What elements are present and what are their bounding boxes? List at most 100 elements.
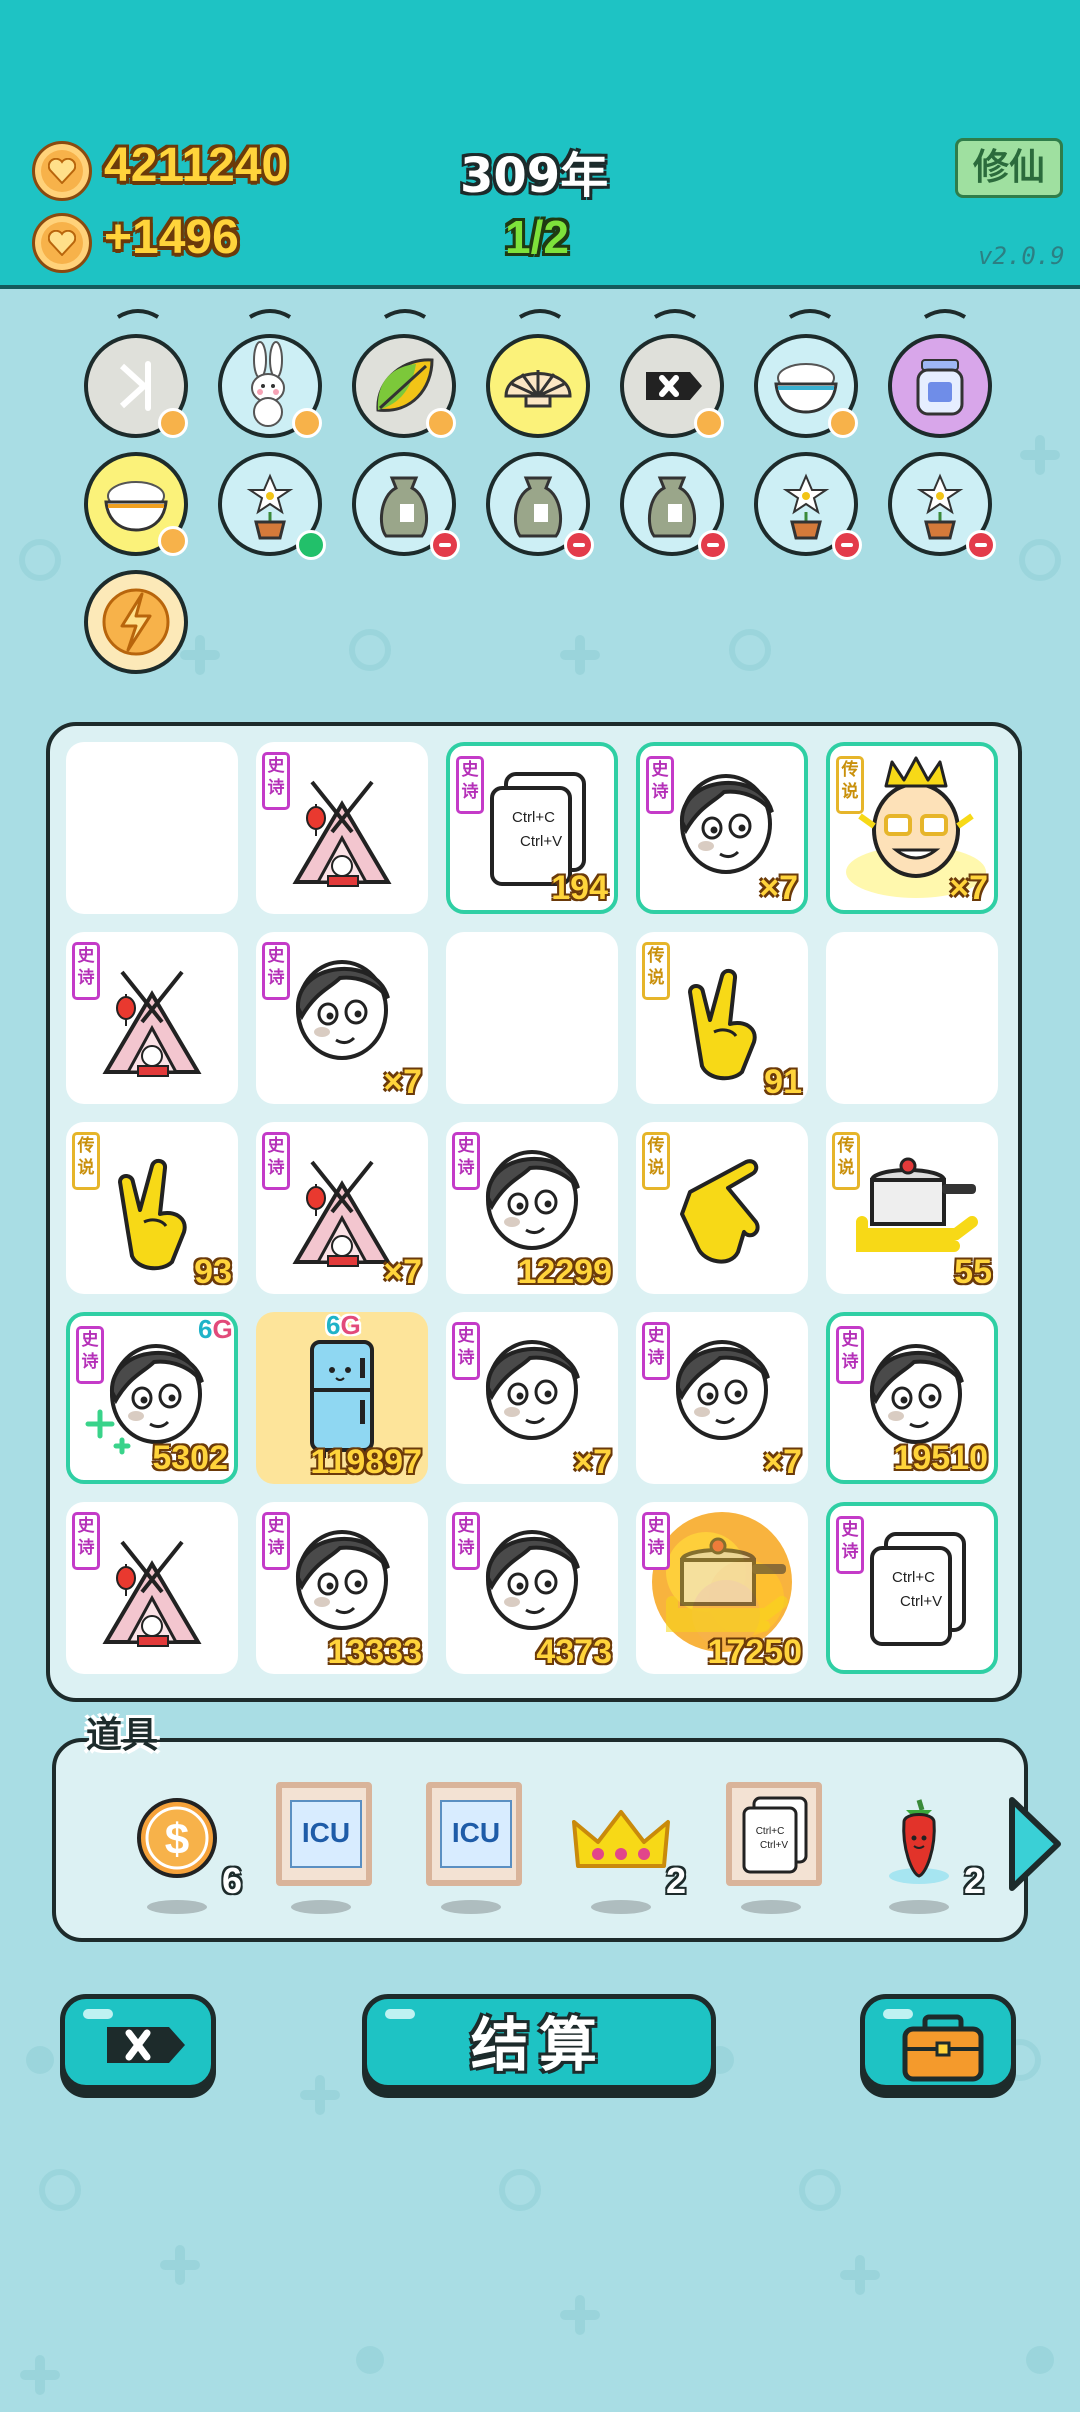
legend-rarity-tag: 传说 bbox=[642, 942, 670, 1000]
cell-value: 12299 bbox=[517, 1253, 612, 1291]
cancel-icon[interactable] bbox=[620, 334, 724, 438]
cell-value: 91 bbox=[764, 1063, 802, 1101]
grid-cell-tent[interactable]: 史诗 ×7 bbox=[256, 1122, 428, 1294]
copy-label: Ctrl+C bbox=[756, 1826, 785, 1837]
cell-value: 55 bbox=[954, 1253, 992, 1291]
grid-cell-face[interactable]: 史诗 4373 bbox=[446, 1502, 618, 1674]
leaf-icon[interactable] bbox=[352, 334, 456, 438]
epic-rarity-tag: 史诗 bbox=[642, 1322, 670, 1380]
icu-card-icon: ICU bbox=[290, 1800, 362, 1868]
cell-value: 4373 bbox=[536, 1633, 612, 1671]
sack-icon[interactable] bbox=[620, 452, 728, 560]
legend-rarity-tag: 传说 bbox=[72, 1132, 100, 1190]
legend-rarity-tag: 传说 bbox=[642, 1132, 670, 1190]
heart-badge bbox=[158, 408, 188, 438]
heart-badge bbox=[694, 408, 724, 438]
coin-icon bbox=[32, 141, 92, 201]
settle-button[interactable]: 结算 bbox=[362, 1994, 716, 2090]
epic-rarity-tag: 史诗 bbox=[262, 1132, 290, 1190]
version-label: v2.0.9 bbox=[978, 242, 1065, 270]
heart-badge bbox=[158, 526, 188, 556]
remove-badge[interactable] bbox=[430, 530, 460, 560]
scroll-right-arrow[interactable] bbox=[1006, 1794, 1066, 1894]
epic-rarity-tag: 史诗 bbox=[456, 756, 484, 814]
copy-label: Ctrl+C bbox=[892, 1569, 935, 1586]
grid-cell-copy-paste[interactable]: Ctrl+C Ctrl+V 史诗 bbox=[826, 1502, 998, 1674]
coin-total: 4211240 bbox=[104, 139, 289, 192]
bunny-icon[interactable] bbox=[218, 334, 322, 438]
cell-value: ×7 bbox=[949, 869, 988, 907]
lightning-icon[interactable] bbox=[84, 570, 188, 674]
remove-badge[interactable] bbox=[966, 530, 996, 560]
sack-icon[interactable] bbox=[352, 452, 460, 560]
cell-value: 5302 bbox=[152, 1439, 228, 1477]
grid-cell-pressure-cooker[interactable]: 传说 55 bbox=[826, 1122, 998, 1294]
svg-text:$: $ bbox=[165, 1815, 189, 1864]
year-counter: 309年 bbox=[460, 148, 609, 204]
grid-cell-fridge[interactable]: 119897 6G bbox=[256, 1310, 428, 1484]
grid-cell-face-sparkle[interactable]: 史诗 5302 6G bbox=[66, 1312, 238, 1484]
epic-rarity-tag: 史诗 bbox=[642, 1512, 670, 1570]
grid-cell-rock-hand[interactable]: 传说 91 bbox=[636, 932, 808, 1104]
item-count: 6 bbox=[221, 1860, 242, 1901]
sack-icon[interactable] bbox=[486, 452, 594, 560]
item-count: 2 bbox=[665, 1860, 686, 1901]
icu-card-item[interactable]: ICU bbox=[266, 1782, 376, 1914]
grid-cell-face[interactable]: 史诗 ×7 bbox=[636, 1312, 808, 1484]
jar-icon[interactable] bbox=[888, 334, 992, 438]
flower-pot-icon[interactable] bbox=[218, 452, 326, 560]
cell-value: 17250 bbox=[707, 1633, 802, 1671]
grid-cell-rock-hand[interactable]: 传说 93 bbox=[66, 1122, 238, 1294]
cell-value: 93 bbox=[194, 1253, 232, 1291]
rice-bowl-icon[interactable] bbox=[84, 452, 188, 556]
grid-cell-face[interactable]: 史诗 12299 bbox=[446, 1122, 618, 1294]
grid-cell-king[interactable]: 传说 ×7 bbox=[826, 742, 998, 914]
grid-cell-copy-paste[interactable]: Ctrl+C Ctrl+V 史诗 194 bbox=[446, 742, 618, 914]
remove-badge[interactable] bbox=[832, 530, 862, 560]
grid-cell-tent[interactable]: 史诗 bbox=[66, 1502, 238, 1674]
epic-rarity-tag: 史诗 bbox=[262, 752, 290, 810]
inventory-button[interactable] bbox=[860, 1994, 1016, 2090]
epic-rarity-tag: 史诗 bbox=[836, 1326, 864, 1384]
empty-cell[interactable] bbox=[826, 932, 998, 1104]
flower-pot-icon[interactable] bbox=[888, 452, 996, 560]
epic-rarity-tag: 史诗 bbox=[72, 1512, 100, 1570]
grid-cell-tent[interactable]: 史诗 bbox=[256, 742, 428, 914]
remove-badge[interactable] bbox=[564, 530, 594, 560]
dollar-coin-icon: $ bbox=[137, 1798, 217, 1878]
chili-item[interactable]: 2 bbox=[864, 1782, 984, 1914]
legend-rarity-tag: 传说 bbox=[832, 1132, 860, 1190]
dollar-coin-item[interactable]: $ 6 bbox=[122, 1782, 242, 1914]
cell-value: 119897 bbox=[310, 1443, 422, 1481]
grid-cell-face[interactable]: 史诗 19510 bbox=[826, 1312, 998, 1484]
skip-icon[interactable] bbox=[84, 334, 188, 438]
empty-cell[interactable] bbox=[66, 742, 238, 914]
cancel-button[interactable] bbox=[60, 1994, 216, 2090]
active-badge bbox=[296, 530, 326, 560]
grid-cell-face[interactable]: 史诗 ×7 bbox=[636, 742, 808, 914]
shell-icon[interactable] bbox=[486, 334, 590, 438]
paste-label: Ctrl+V bbox=[900, 1593, 942, 1610]
rice-bowl-icon[interactable] bbox=[754, 334, 858, 438]
epic-rarity-tag: 史诗 bbox=[452, 1322, 480, 1380]
cultivate-button[interactable]: 修仙 bbox=[955, 138, 1063, 198]
cell-value: 19510 bbox=[893, 1439, 988, 1477]
6g-badge: 6G bbox=[198, 1314, 233, 1344]
flower-pot-icon[interactable] bbox=[754, 452, 862, 560]
copy-card-item[interactable]: Ctrl+C Ctrl+V bbox=[716, 1782, 826, 1914]
settle-label: 结算 bbox=[470, 2011, 607, 2079]
grid-cell-exploding-cooker[interactable]: 史诗 17250 bbox=[636, 1502, 808, 1674]
empty-cell[interactable] bbox=[446, 932, 618, 1104]
chili-icon bbox=[889, 1799, 949, 1884]
icu-card-icon: ICU bbox=[440, 1800, 512, 1868]
grid-cell-face[interactable]: 史诗 ×7 bbox=[446, 1312, 618, 1484]
crown-item[interactable]: 2 bbox=[566, 1782, 686, 1914]
item-count: 2 bbox=[963, 1860, 984, 1901]
grid-cell-face[interactable]: 史诗 13333 bbox=[256, 1502, 428, 1674]
grid-cell-tent[interactable]: 史诗 bbox=[66, 932, 238, 1104]
grid-cell-point-hand[interactable]: 传说 bbox=[636, 1122, 808, 1294]
remove-badge[interactable] bbox=[698, 530, 728, 560]
grid-cell-face[interactable]: 史诗 ×7 bbox=[256, 932, 428, 1104]
cell-value: ×7 bbox=[383, 1253, 422, 1291]
icu-card-item[interactable]: ICU bbox=[416, 1782, 526, 1914]
